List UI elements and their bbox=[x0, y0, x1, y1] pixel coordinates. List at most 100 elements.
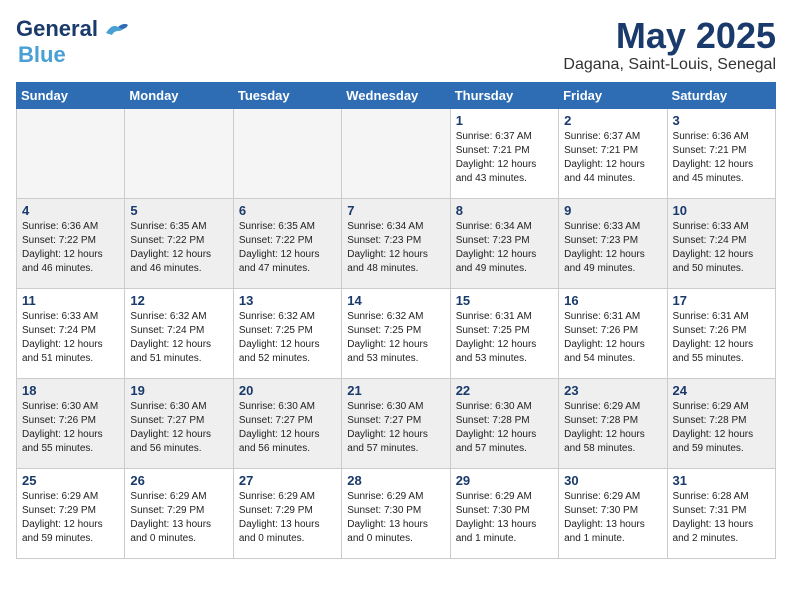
calendar-week-row: 4 Sunrise: 6:36 AM Sunset: 7:22 PM Daylig… bbox=[17, 198, 776, 288]
calendar-cell: 14 Sunrise: 6:32 AM Sunset: 7:25 PM Dayli… bbox=[342, 288, 450, 378]
day-info: Sunrise: 6:31 AM Sunset: 7:25 PM Dayligh… bbox=[456, 310, 553, 366]
calendar-week-row: 11 Sunrise: 6:33 AM Sunset: 7:24 PM Dayli… bbox=[17, 288, 776, 378]
calendar-cell: 2 Sunrise: 6:37 AM Sunset: 7:21 PM Daylig… bbox=[559, 108, 667, 198]
day-info: Sunrise: 6:32 AM Sunset: 7:25 PM Dayligh… bbox=[239, 310, 336, 366]
day-number: 25 bbox=[22, 473, 119, 488]
calendar-cell: 28 Sunrise: 6:29 AM Sunset: 7:30 PM Dayli… bbox=[342, 468, 450, 558]
weekday-header-thursday: Thursday bbox=[450, 82, 558, 108]
weekday-header-sunday: Sunday bbox=[17, 82, 125, 108]
calendar-cell: 18 Sunrise: 6:30 AM Sunset: 7:26 PM Dayli… bbox=[17, 378, 125, 468]
title-block: May 2025 Dagana, Saint-Louis, Senegal bbox=[563, 16, 776, 74]
calendar-cell: 27 Sunrise: 6:29 AM Sunset: 7:29 PM Dayli… bbox=[233, 468, 341, 558]
day-info: Sunrise: 6:29 AM Sunset: 7:30 PM Dayligh… bbox=[347, 490, 444, 546]
day-info: Sunrise: 6:37 AM Sunset: 7:21 PM Dayligh… bbox=[564, 130, 661, 186]
day-number: 20 bbox=[239, 383, 336, 398]
day-info: Sunrise: 6:36 AM Sunset: 7:21 PM Dayligh… bbox=[673, 130, 770, 186]
day-number: 22 bbox=[456, 383, 553, 398]
calendar-cell: 25 Sunrise: 6:29 AM Sunset: 7:29 PM Dayli… bbox=[17, 468, 125, 558]
calendar-cell: 3 Sunrise: 6:36 AM Sunset: 7:21 PM Daylig… bbox=[667, 108, 775, 198]
day-info: Sunrise: 6:33 AM Sunset: 7:24 PM Dayligh… bbox=[22, 310, 119, 366]
day-info: Sunrise: 6:29 AM Sunset: 7:28 PM Dayligh… bbox=[564, 400, 661, 456]
day-info: Sunrise: 6:30 AM Sunset: 7:27 PM Dayligh… bbox=[130, 400, 227, 456]
page-header: General Blue May 2025 Dagana, Saint-Loui… bbox=[16, 16, 776, 74]
day-info: Sunrise: 6:36 AM Sunset: 7:22 PM Dayligh… bbox=[22, 220, 119, 276]
day-info: Sunrise: 6:30 AM Sunset: 7:26 PM Dayligh… bbox=[22, 400, 119, 456]
day-number: 11 bbox=[22, 293, 119, 308]
day-info: Sunrise: 6:33 AM Sunset: 7:23 PM Dayligh… bbox=[564, 220, 661, 276]
day-number: 31 bbox=[673, 473, 770, 488]
day-info: Sunrise: 6:29 AM Sunset: 7:28 PM Dayligh… bbox=[673, 400, 770, 456]
day-number: 30 bbox=[564, 473, 661, 488]
day-info: Sunrise: 6:34 AM Sunset: 7:23 PM Dayligh… bbox=[347, 220, 444, 276]
calendar-cell: 9Sunrise: 6:33 AM Sunset: 7:23 PM Daylig… bbox=[559, 198, 667, 288]
logo-blue: Blue bbox=[18, 42, 66, 68]
logo-bird-icon bbox=[102, 19, 130, 39]
calendar-cell: 13 Sunrise: 6:32 AM Sunset: 7:25 PM Dayli… bbox=[233, 288, 341, 378]
calendar-week-row: 25 Sunrise: 6:29 AM Sunset: 7:29 PM Dayli… bbox=[17, 468, 776, 558]
day-info: Sunrise: 6:33 AM Sunset: 7:24 PM Dayligh… bbox=[673, 220, 770, 276]
calendar-cell: 10 Sunrise: 6:33 AM Sunset: 7:24 PM Dayli… bbox=[667, 198, 775, 288]
day-number: 29 bbox=[456, 473, 553, 488]
day-number: 10 bbox=[673, 203, 770, 218]
calendar-cell bbox=[233, 108, 341, 198]
calendar-cell: 21Sunrise: 6:30 AM Sunset: 7:27 PM Dayli… bbox=[342, 378, 450, 468]
day-number: 6 bbox=[239, 203, 336, 218]
calendar-cell bbox=[342, 108, 450, 198]
day-number: 4 bbox=[22, 203, 119, 218]
day-number: 1 bbox=[456, 113, 553, 128]
day-info: Sunrise: 6:30 AM Sunset: 7:27 PM Dayligh… bbox=[239, 400, 336, 456]
day-info: Sunrise: 6:32 AM Sunset: 7:25 PM Dayligh… bbox=[347, 310, 444, 366]
day-number: 19 bbox=[130, 383, 227, 398]
day-info: Sunrise: 6:29 AM Sunset: 7:29 PM Dayligh… bbox=[22, 490, 119, 546]
calendar-cell: 6 Sunrise: 6:35 AM Sunset: 7:22 PM Daylig… bbox=[233, 198, 341, 288]
calendar-cell bbox=[125, 108, 233, 198]
calendar-cell: 29 Sunrise: 6:29 AM Sunset: 7:30 PM Dayli… bbox=[450, 468, 558, 558]
calendar-cell: 19 Sunrise: 6:30 AM Sunset: 7:27 PM Dayli… bbox=[125, 378, 233, 468]
calendar-cell: 31 Sunrise: 6:28 AM Sunset: 7:31 PM Dayli… bbox=[667, 468, 775, 558]
weekday-header-row: SundayMondayTuesdayWednesdayThursdayFrid… bbox=[17, 82, 776, 108]
logo: General Blue bbox=[16, 16, 130, 68]
calendar-cell: 15Sunrise: 6:31 AM Sunset: 7:25 PM Dayli… bbox=[450, 288, 558, 378]
calendar-cell: 4 Sunrise: 6:36 AM Sunset: 7:22 PM Daylig… bbox=[17, 198, 125, 288]
weekday-header-wednesday: Wednesday bbox=[342, 82, 450, 108]
calendar-cell: 26Sunrise: 6:29 AM Sunset: 7:29 PM Dayli… bbox=[125, 468, 233, 558]
day-number: 18 bbox=[22, 383, 119, 398]
day-number: 14 bbox=[347, 293, 444, 308]
calendar-cell: 24 Sunrise: 6:29 AM Sunset: 7:28 PM Dayli… bbox=[667, 378, 775, 468]
day-number: 27 bbox=[239, 473, 336, 488]
calendar-cell: 1 Sunrise: 6:37 AM Sunset: 7:21 PM Daylig… bbox=[450, 108, 558, 198]
day-info: Sunrise: 6:29 AM Sunset: 7:30 PM Dayligh… bbox=[456, 490, 553, 546]
calendar-cell bbox=[17, 108, 125, 198]
day-number: 3 bbox=[673, 113, 770, 128]
calendar-cell: 17 Sunrise: 6:31 AM Sunset: 7:26 PM Dayli… bbox=[667, 288, 775, 378]
calendar-cell: 16Sunrise: 6:31 AM Sunset: 7:26 PM Dayli… bbox=[559, 288, 667, 378]
weekday-header-friday: Friday bbox=[559, 82, 667, 108]
day-info: Sunrise: 6:31 AM Sunset: 7:26 PM Dayligh… bbox=[673, 310, 770, 366]
day-info: Sunrise: 6:32 AM Sunset: 7:24 PM Dayligh… bbox=[130, 310, 227, 366]
calendar-title: May 2025 bbox=[563, 16, 776, 56]
day-number: 7 bbox=[347, 203, 444, 218]
day-info: Sunrise: 6:30 AM Sunset: 7:28 PM Dayligh… bbox=[456, 400, 553, 456]
calendar-cell: 7 Sunrise: 6:34 AM Sunset: 7:23 PM Daylig… bbox=[342, 198, 450, 288]
calendar-cell: 11 Sunrise: 6:33 AM Sunset: 7:24 PM Dayli… bbox=[17, 288, 125, 378]
calendar-cell: 8Sunrise: 6:34 AM Sunset: 7:23 PM Daylig… bbox=[450, 198, 558, 288]
day-number: 21 bbox=[347, 383, 444, 398]
day-number: 2 bbox=[564, 113, 661, 128]
day-info: Sunrise: 6:28 AM Sunset: 7:31 PM Dayligh… bbox=[673, 490, 770, 546]
day-info: Sunrise: 6:29 AM Sunset: 7:30 PM Dayligh… bbox=[564, 490, 661, 546]
calendar-cell: 5 Sunrise: 6:35 AM Sunset: 7:22 PM Daylig… bbox=[125, 198, 233, 288]
day-info: Sunrise: 6:37 AM Sunset: 7:21 PM Dayligh… bbox=[456, 130, 553, 186]
day-info: Sunrise: 6:35 AM Sunset: 7:22 PM Dayligh… bbox=[130, 220, 227, 276]
day-info: Sunrise: 6:34 AM Sunset: 7:23 PM Dayligh… bbox=[456, 220, 553, 276]
day-info: Sunrise: 6:29 AM Sunset: 7:29 PM Dayligh… bbox=[130, 490, 227, 546]
day-number: 13 bbox=[239, 293, 336, 308]
day-info: Sunrise: 6:29 AM Sunset: 7:29 PM Dayligh… bbox=[239, 490, 336, 546]
calendar-week-row: 1 Sunrise: 6:37 AM Sunset: 7:21 PM Daylig… bbox=[17, 108, 776, 198]
day-info: Sunrise: 6:35 AM Sunset: 7:22 PM Dayligh… bbox=[239, 220, 336, 276]
day-number: 5 bbox=[130, 203, 227, 218]
day-number: 24 bbox=[673, 383, 770, 398]
day-number: 28 bbox=[347, 473, 444, 488]
day-number: 17 bbox=[673, 293, 770, 308]
weekday-header-monday: Monday bbox=[125, 82, 233, 108]
calendar-cell: 12Sunrise: 6:32 AM Sunset: 7:24 PM Dayli… bbox=[125, 288, 233, 378]
